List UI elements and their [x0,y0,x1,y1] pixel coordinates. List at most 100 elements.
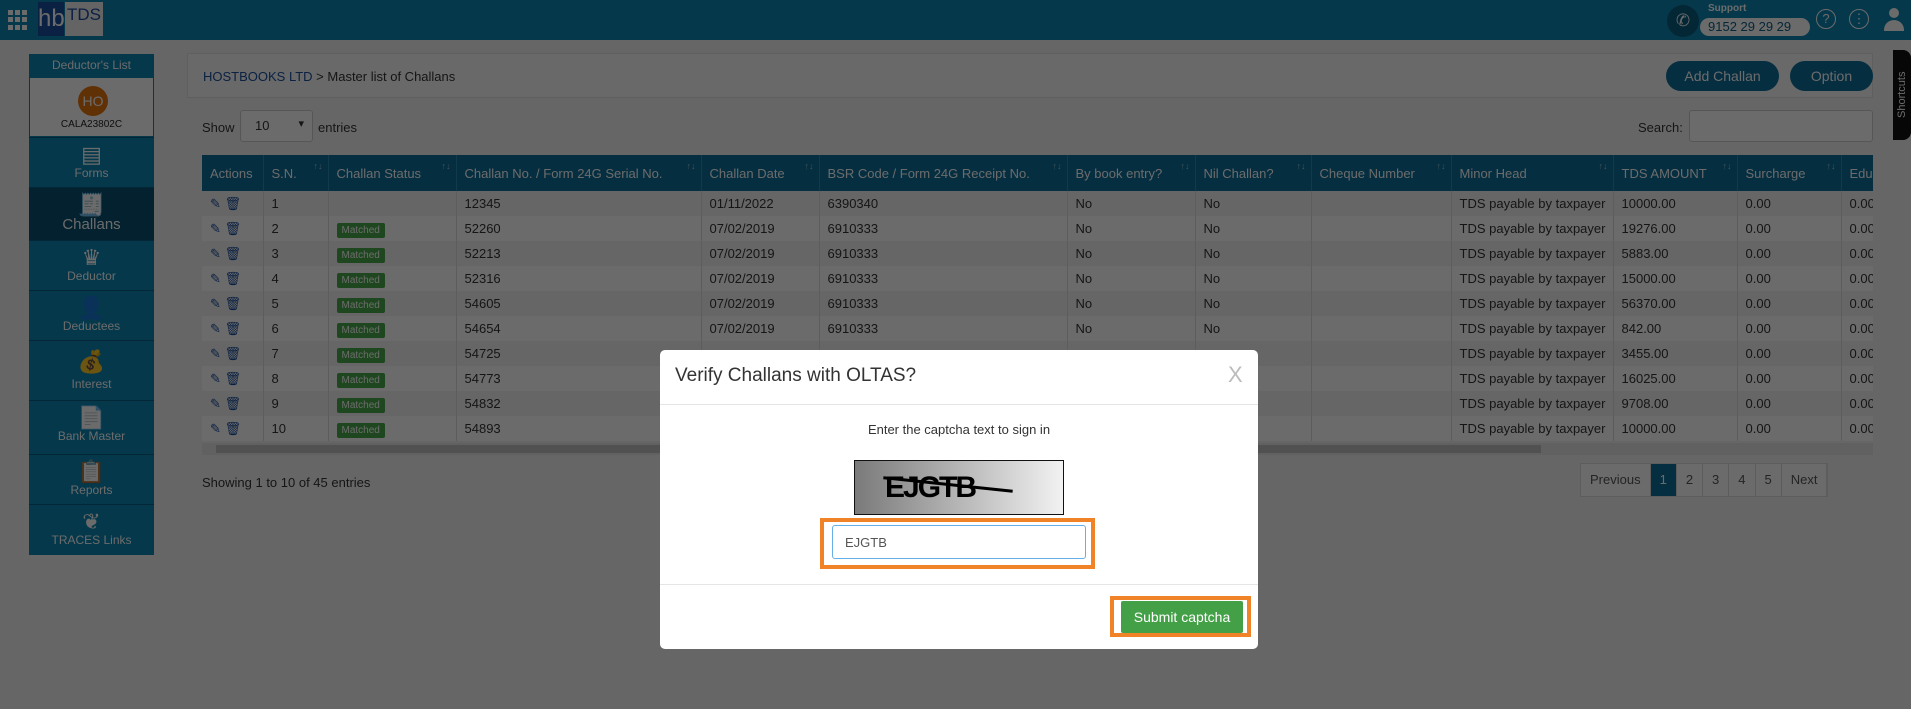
logo-hb[interactable]: hb [38,2,65,36]
top-bar: hb TDS ✆ Support 9152 29 29 29 ? ⋮ [0,0,1911,40]
sort-icon[interactable]: ↑↓ [442,161,451,171]
page-button-previous[interactable]: Previous [1581,464,1651,496]
delete-icon[interactable]: 🗑 [225,246,242,261]
deductor-list-link[interactable]: Deductor's List [29,54,154,77]
sidebar-item-label: TRACES Links [51,533,132,547]
sidebar-item-bank-master[interactable]: 📄 Bank Master [29,400,154,454]
table-cell: 07/02/2019 [701,316,820,341]
sidebar-item-forms[interactable]: ▤ Forms [29,137,154,187]
page-button-2[interactable]: 2 [1677,464,1704,496]
table-cell: 52260 [456,216,702,241]
edit-icon[interactable]: ✎ [210,221,221,236]
sidebar-item-deductor[interactable]: ♛ Deductor [29,240,154,290]
table-cell: 6910333 [819,291,1068,316]
sort-icon[interactable]: ↑↓ [1297,161,1306,171]
edit-icon[interactable]: ✎ [210,321,221,336]
delete-icon[interactable]: 🗑 [225,321,242,336]
table-cell: 10 [263,416,329,441]
sort-icon[interactable]: ↑↓ [1053,161,1062,171]
deductor-card[interactable]: HO CALA23802C [29,77,154,137]
delete-icon[interactable]: 🗑 [225,221,242,236]
table-cell: Matched [328,291,457,316]
page-button-4[interactable]: 4 [1729,464,1756,496]
table-cell: No [1067,241,1196,266]
cell-value: 0.00 [1849,196,1874,211]
delete-icon[interactable]: 🗑 [225,296,242,311]
column-header[interactable]: Cheque Number ↑↓ [1311,155,1452,191]
shortcuts-tab[interactable]: Shortcuts [1893,50,1911,140]
logo-tds[interactable]: TDS [65,2,103,36]
column-header[interactable]: BSR Code / Form 24G Receipt No. ↑↓ [819,155,1068,191]
edit-icon[interactable]: ✎ [210,371,221,386]
page-button-3[interactable]: 3 [1703,464,1730,496]
sort-icon[interactable]: ↑↓ [1599,161,1608,171]
edit-icon[interactable]: ✎ [210,421,221,436]
delete-icon[interactable]: 🗑 [225,346,242,361]
edit-icon[interactable]: ✎ [210,396,221,411]
table-cell: 0.00 [1841,316,1873,341]
add-challan-button[interactable]: Add Challan [1666,61,1779,91]
captcha-input[interactable] [832,525,1086,559]
column-header[interactable]: Nil Challan? ↑↓ [1195,155,1312,191]
status-badge: Matched [336,423,385,438]
sort-icon[interactable]: ↑↓ [1437,161,1446,171]
sort-icon[interactable]: ↑↓ [314,161,323,171]
forms-icon: ▤ [81,142,102,167]
sidebar-item-traces-links[interactable]: ❦ TRACES Links [29,504,154,555]
verify-oltas-modal: Verify Challans with OLTAS? X Enter the … [660,350,1258,649]
breadcrumb-company[interactable]: HOSTBOOKS LTD [203,69,313,84]
edit-icon[interactable]: ✎ [210,196,221,211]
help-icon[interactable]: ? [1816,9,1836,29]
sidebar-item-challans[interactable]: 🧾 Challans [29,187,154,240]
cell-value: 6 [271,321,279,336]
column-header[interactable]: Challan Date ↑↓ [701,155,820,191]
submit-captcha-button[interactable]: Submit captcha [1121,601,1243,633]
cell-value: 6910333 [827,246,879,261]
cell-value: 0.00 [1849,371,1874,386]
sidebar-item-interest[interactable]: 💰 Interest [29,340,154,400]
table-cell: 12345 [456,191,702,216]
delete-icon[interactable]: 🗑 [225,396,242,411]
close-button[interactable]: X [1228,362,1243,388]
column-header[interactable]: Surcharge ↑↓ [1737,155,1842,191]
page-size-select[interactable]: 10 ▾ [240,110,313,142]
table-cell: No [1195,191,1312,216]
column-header[interactable]: Edu [1841,155,1873,191]
delete-icon[interactable]: 🗑 [225,421,242,436]
column-header[interactable]: TDS AMOUNT ↑↓ [1613,155,1738,191]
page-button-next[interactable]: Next [1782,464,1828,496]
column-header[interactable]: By book entry? ↑↓ [1067,155,1196,191]
sort-icon[interactable]: ↑↓ [687,161,696,171]
edit-icon[interactable]: ✎ [210,296,221,311]
edit-icon[interactable]: ✎ [210,246,221,261]
option-button[interactable]: Option [1790,61,1873,91]
sort-icon[interactable]: ↑↓ [1181,161,1190,171]
sidebar-item-reports[interactable]: 📋 Reports [29,454,154,504]
page-button-5[interactable]: 5 [1756,464,1782,496]
cell-value: 56370.00 [1621,296,1676,311]
column-header[interactable]: Actions [202,155,264,191]
status-badge: Matched [336,373,385,388]
sort-icon[interactable]: ↑↓ [1827,161,1836,171]
column-header[interactable]: S.N. ↑↓ [263,155,329,191]
column-header[interactable]: Challan No. / Form 24G Serial No. ↑↓ [456,155,702,191]
delete-icon[interactable]: 🗑 [225,271,242,286]
delete-icon[interactable]: 🗑 [225,196,242,211]
delete-icon[interactable]: 🗑 [225,371,242,386]
apps-grid-icon[interactable] [8,10,28,30]
table-cell: No [1067,216,1196,241]
table-row: ✎ 🗑 3 Matched 52213 07/02/2019 6910333 No No TDS… [202,241,1873,266]
sort-icon[interactable]: ↑↓ [805,161,814,171]
edit-icon[interactable]: ✎ [210,271,221,286]
sort-icon[interactable]: ↑↓ [1723,161,1732,171]
page-button-1[interactable]: 1 [1650,464,1677,496]
cell-value: 0.00 [1849,421,1874,436]
column-header[interactable]: Minor Head ↑↓ [1451,155,1614,191]
column-header[interactable]: Challan Status ↑↓ [328,155,457,191]
table-cell: TDS payable by taxpayer [1451,366,1614,391]
edit-icon[interactable]: ✎ [210,346,221,361]
user-icon[interactable] [1883,6,1905,34]
search-input[interactable] [1689,110,1873,142]
sidebar-item-deductees[interactable]: 👤 Deductees [29,290,154,340]
more-options-icon[interactable]: ⋮ [1849,9,1869,29]
